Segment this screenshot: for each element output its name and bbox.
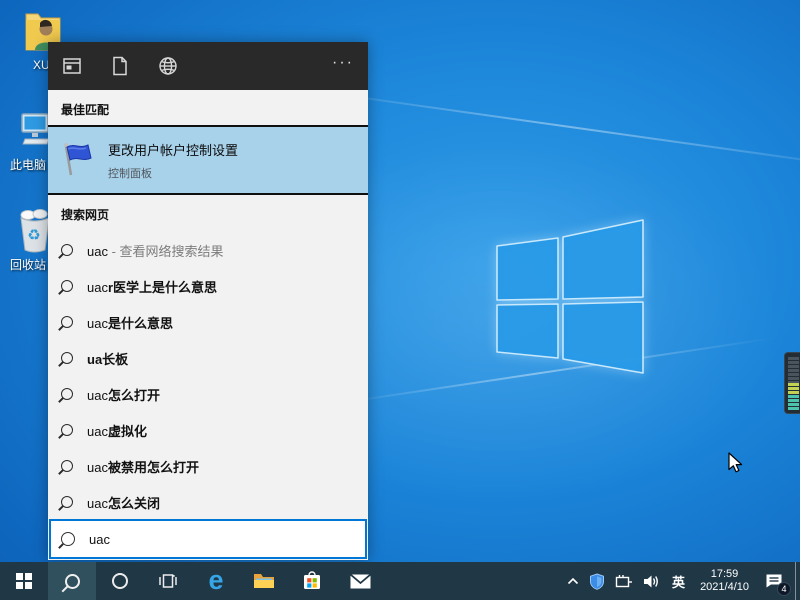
search-icon (61, 496, 73, 508)
cortana-button[interactable] (96, 562, 144, 600)
recycle-bin-icon: ♻ (16, 208, 52, 254)
mail-icon (350, 574, 371, 589)
search-icon (65, 574, 80, 589)
best-match-subtitle: 控制面板 (108, 165, 238, 181)
desktop-icon-this-pc[interactable]: 此电脑 (20, 112, 50, 161)
ethernet-network-icon (615, 574, 633, 589)
search-icon (61, 424, 73, 436)
taskbar-search-button[interactable] (48, 562, 96, 600)
mail-button[interactable] (336, 562, 384, 600)
this-pc-icon (20, 112, 50, 156)
web-filter-icon[interactable] (144, 42, 192, 90)
search-icon (61, 244, 73, 256)
store-icon (302, 571, 322, 591)
search-icon (61, 280, 73, 292)
edge-icon: e (208, 567, 223, 594)
best-match-title: 更改用户帐户控制设置 (108, 140, 238, 159)
search-suggestion[interactable]: ua长板 (48, 340, 368, 376)
file-explorer-icon (253, 572, 275, 590)
edge-button[interactable]: e (192, 562, 240, 600)
more-options-button[interactable]: ··· (332, 42, 368, 90)
search-flyout-panel: ··· 最佳匹配 更改用户帐户控制设置 控制面板 搜索网页 uac - 查看网络… (48, 42, 368, 560)
edge-gauge-widget[interactable] (784, 352, 800, 414)
search-icon (61, 388, 73, 400)
gauge-stripes-teal (788, 395, 799, 411)
search-suggestion[interactable]: uac怎么关闭 (48, 484, 368, 520)
task-view-button[interactable] (144, 562, 192, 600)
web-suggestions-list: uac - 查看网络搜索结果 uacr医学上是什么意思 uac是什么意思 ua长… (48, 232, 368, 520)
mouse-cursor (728, 452, 747, 474)
shield-icon (589, 573, 605, 590)
network-tray-button[interactable] (610, 562, 638, 600)
search-filter-bar: ··· (48, 42, 368, 90)
taskbar: e (0, 562, 800, 600)
search-icon (61, 316, 73, 328)
taskbar-clock[interactable]: 17:59 2021/4/10 (692, 562, 757, 600)
search-suggestion[interactable]: uac虚拟化 (48, 412, 368, 448)
search-suggestion[interactable]: uac是什么意思 (48, 304, 368, 340)
cortana-icon (112, 573, 128, 589)
desktop-icon-label: 回收站 (10, 256, 46, 273)
clock-date: 2021/4/10 (700, 581, 749, 594)
search-icon (61, 352, 73, 364)
best-match-header: 最佳匹配 (48, 90, 368, 125)
file-explorer-button[interactable] (240, 562, 288, 600)
desktop: XU 此电脑 ♻ 回收站 (0, 0, 800, 600)
defender-tray-button[interactable] (584, 562, 610, 600)
search-input-box (49, 519, 367, 559)
search-suggestion[interactable]: uacr医学上是什么意思 (48, 268, 368, 304)
svg-text:♻: ♻ (27, 227, 40, 244)
search-suggestion[interactable]: uac被禁用怎么打开 (48, 448, 368, 484)
system-tray: 英 17:59 2021/4/10 4 (562, 562, 800, 600)
documents-filter-icon[interactable] (96, 42, 144, 90)
start-button[interactable] (0, 562, 48, 600)
windows-wallpaper-logo (480, 200, 660, 390)
web-search-header: 搜索网页 (48, 195, 368, 230)
search-suggestion[interactable]: uac - 查看网络搜索结果 (48, 232, 368, 268)
tray-chevron-button[interactable] (562, 562, 584, 600)
gauge-stripes-gray (788, 357, 799, 383)
best-match-result[interactable]: 更改用户帐户控制设置 控制面板 (48, 125, 368, 195)
volume-tray-button[interactable] (638, 562, 665, 600)
action-center-button[interactable]: 4 (757, 562, 795, 600)
search-suggestion[interactable]: uac怎么打开 (48, 376, 368, 412)
notification-badge: 4 (777, 582, 791, 596)
search-icon (61, 532, 75, 546)
show-desktop-button[interactable] (795, 562, 800, 600)
task-view-icon (159, 573, 177, 589)
search-icon (61, 460, 73, 472)
desktop-icon-recycle-bin[interactable]: ♻ 回收站 (16, 208, 52, 259)
chevron-up-icon (567, 577, 579, 585)
store-button[interactable] (288, 562, 336, 600)
ime-indicator[interactable]: 英 (665, 562, 692, 600)
gauge-stripes-yellow (788, 383, 799, 395)
uac-flag-icon (58, 140, 98, 180)
desktop-icon-label: 此电脑 (10, 156, 46, 173)
apps-filter-icon[interactable] (48, 42, 96, 90)
speaker-icon (643, 574, 660, 589)
search-input[interactable] (89, 532, 355, 547)
clock-time: 17:59 (700, 568, 749, 581)
windows-logo-icon (16, 573, 32, 589)
